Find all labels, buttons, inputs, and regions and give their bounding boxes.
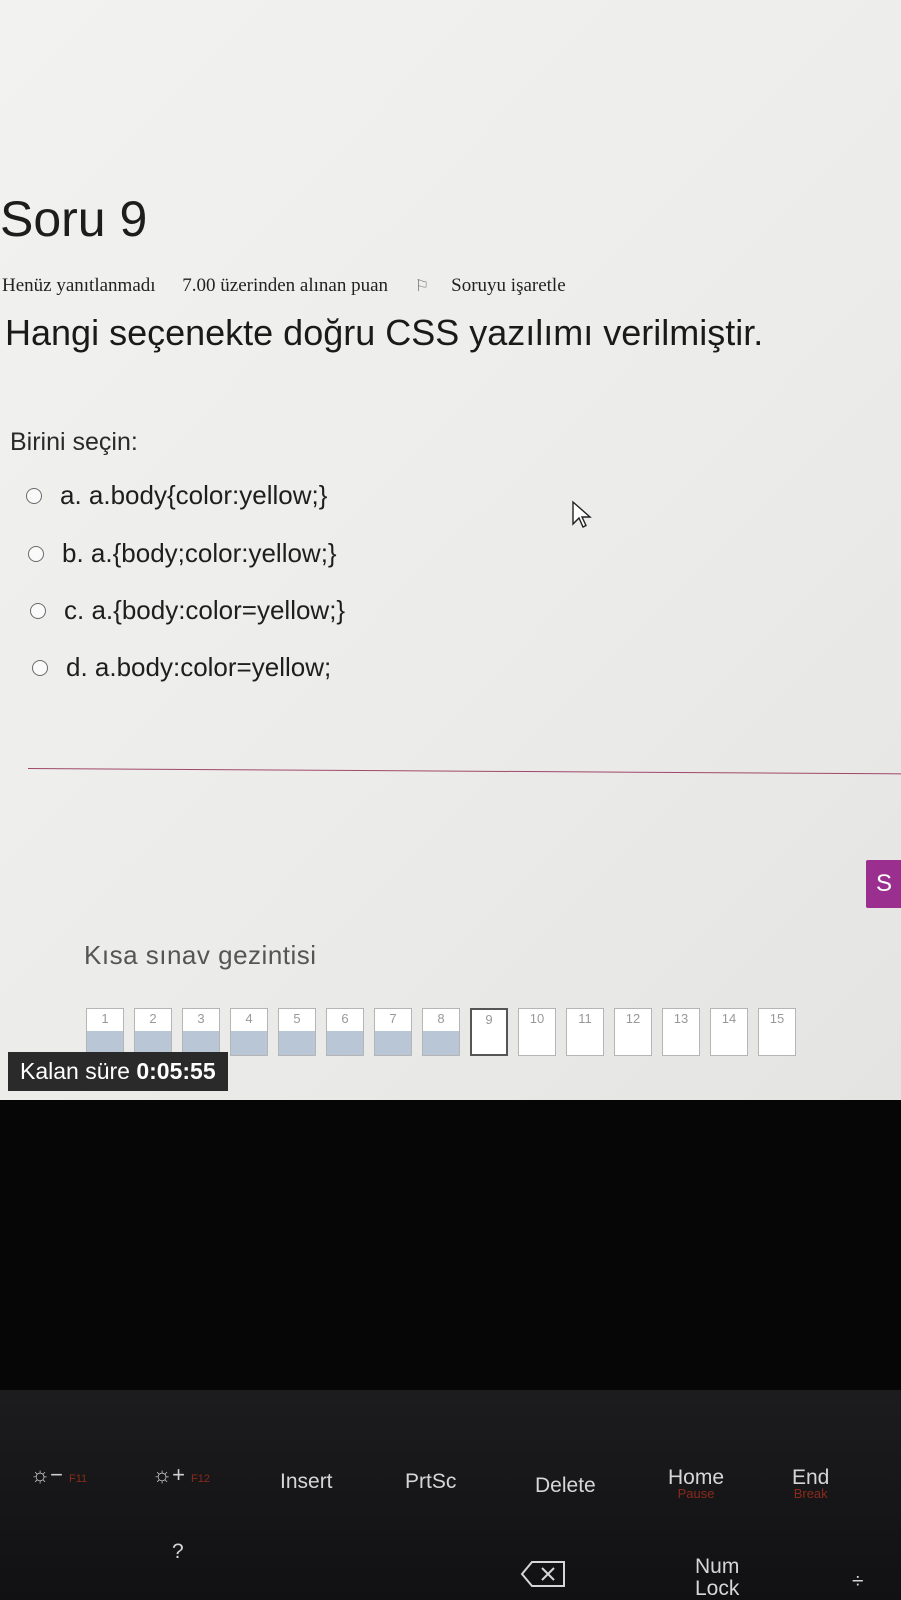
option-d[interactable]: d. a.body:color=yellow; (32, 652, 331, 683)
option-label: c. a.{body:color=yellow;} (64, 595, 346, 625)
quiz-nav-item[interactable]: 12 (614, 1008, 652, 1056)
question-points: 7.00 üzerinden alınan puan (182, 275, 389, 296)
option-a[interactable]: a. a.body{color:yellow;} (26, 480, 327, 511)
key-end[interactable]: End Break (792, 1466, 829, 1501)
quiz-nav-item[interactable]: 8 (422, 1008, 460, 1056)
flag-question-link[interactable]: ⚐ Soruyu işaretle (415, 275, 588, 296)
quiz-nav-number: 14 (721, 1011, 737, 1026)
quiz-nav-item[interactable]: 7 (374, 1008, 412, 1056)
question-status: Henüz yanıtlanmadı (2, 275, 156, 296)
time-remaining: Kalan süre 0:05:55 (8, 1052, 228, 1091)
key-f12[interactable]: ☼+ F12 (152, 1462, 210, 1488)
option-label: a. a.body{color:yellow;} (60, 480, 328, 510)
flag-icon: ⚐ (414, 278, 430, 295)
key-insert[interactable]: Insert (280, 1470, 333, 1494)
option-b[interactable]: b. a.{body;color:yellow;} (28, 538, 337, 569)
radio-button[interactable] (26, 487, 42, 504)
quiz-nav-number: 1 (101, 1011, 109, 1026)
quiz-nav-number: 8 (437, 1011, 445, 1026)
quiz-nav-item[interactable]: 4 (230, 1008, 268, 1056)
quiz-nav-number: 15 (769, 1011, 785, 1026)
option-label: d. a.body:color=yellow; (66, 652, 332, 682)
quiz-nav-number: 4 (245, 1011, 253, 1026)
key-question[interactable]: ? (172, 1540, 184, 1564)
quiz-nav-item[interactable]: 15 (758, 1008, 796, 1056)
timer-value: 0:05:55 (136, 1058, 216, 1084)
quiz-navigation-title: Kısa sınav gezintisi (84, 940, 317, 970)
option-c[interactable]: c. a.{body:color=yellow;} (30, 595, 345, 626)
laptop-bezel (0, 1100, 901, 1390)
quiz-nav-number: 9 (485, 1012, 493, 1027)
option-label: b. a.{body;color:yellow;} (62, 538, 337, 568)
quiz-nav-number: 7 (389, 1011, 397, 1026)
key-prtsc[interactable]: PrtSc (405, 1470, 456, 1494)
key-numlock[interactable]: Num Lock (695, 1556, 739, 1600)
brightness-up-icon: ☼+ (152, 1462, 186, 1487)
quiz-nav-number: 11 (578, 1011, 592, 1026)
timer-label: Kalan süre (20, 1058, 130, 1084)
keyboard-deck (0, 1390, 901, 1600)
key-home[interactable]: Home Pause (668, 1466, 724, 1501)
quiz-nav-item[interactable]: 2 (134, 1008, 172, 1056)
quiz-nav-number: 12 (625, 1011, 641, 1026)
question-title: Soru 9 (0, 191, 148, 247)
quiz-nav-number: 6 (341, 1011, 349, 1026)
quiz-nav-item[interactable]: 10 (518, 1008, 556, 1056)
quiz-nav-item[interactable]: 13 (662, 1008, 700, 1056)
quiz-nav-number: 3 (197, 1011, 205, 1026)
backspace-icon[interactable] (520, 1560, 566, 1588)
quiz-nav-number: 2 (149, 1011, 157, 1026)
section-divider (27, 768, 901, 775)
radio-button[interactable] (28, 545, 44, 562)
next-page-button[interactable]: S (866, 860, 901, 908)
quiz-nav-item[interactable]: 5 (278, 1008, 316, 1056)
flag-question-label: Soruyu işaretle (451, 275, 566, 296)
key-delete[interactable]: Delete (535, 1474, 596, 1498)
radio-button[interactable] (32, 659, 48, 676)
question-meta: Henüz yanıtlanmadı 7.00 üzerinden alınan… (2, 275, 610, 297)
key-f11[interactable]: ☼− F11 (30, 1462, 87, 1488)
brightness-down-icon: ☼− (30, 1462, 64, 1487)
quiz-nav-item[interactable]: 14 (710, 1008, 748, 1056)
question-text: Hangi seçenekte doğru CSS yazılımı veril… (5, 312, 764, 353)
answer-prompt: Birini seçin: (10, 428, 138, 456)
quiz-nav-item[interactable]: 9 (470, 1008, 508, 1056)
quiz-nav-number: 5 (293, 1011, 301, 1026)
key-divide[interactable]: ÷ (852, 1570, 864, 1594)
quiz-nav-item[interactable]: 6 (326, 1008, 364, 1056)
radio-button[interactable] (30, 602, 46, 619)
quiz-nav-item[interactable]: 3 (182, 1008, 220, 1056)
mouse-cursor-icon (572, 500, 592, 528)
quiz-nav-item[interactable]: 11 (566, 1008, 604, 1056)
quiz-nav-item[interactable]: 1 (86, 1008, 124, 1056)
quiz-nav-number: 10 (529, 1011, 545, 1026)
quiz-nav-number: 13 (673, 1011, 689, 1026)
quiz-screen: Soru 9 Henüz yanıtlanmadı 7.00 üzerinden… (0, 0, 901, 1100)
